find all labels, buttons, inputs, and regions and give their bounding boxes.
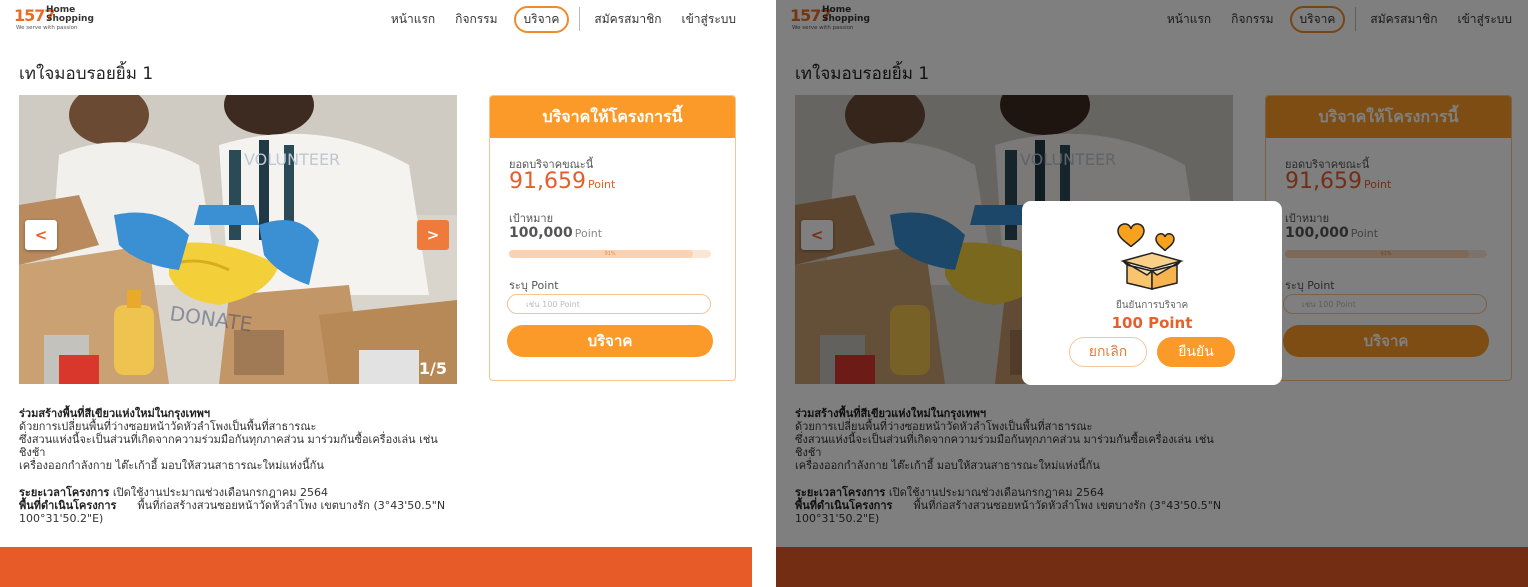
footer-bar — [0, 547, 752, 587]
confirm-label: ยืนยันการบริจาค — [1115, 300, 1189, 311]
donate-card: บริจาคให้โครงการนี้ ยอดบริจาคขณะนี้ 91,6… — [489, 95, 736, 381]
nav-home[interactable]: หน้าแรก — [391, 10, 435, 29]
donation-page-default: 1577 Home Shopping We serve with passion … — [0, 0, 752, 587]
progress-text: 91% — [604, 251, 616, 257]
point-input[interactable] — [507, 294, 711, 314]
heart-box-icon — [1117, 223, 1184, 290]
current-amount: 91,659Point — [509, 169, 616, 194]
point-input-label: ระบุ Point — [509, 279, 559, 292]
nav-donate[interactable]: บริจาค — [513, 5, 570, 33]
logo-tagline: We serve with passion — [16, 25, 78, 31]
svg-text:VOLUNTEER: VOLUNTEER — [244, 150, 340, 169]
project-period: ระยะเวลาโครงการ เปิดใช้งานประมาณช่วงเดือ… — [19, 486, 328, 499]
donate-card-heading: บริจาคให้โครงการนี้ — [490, 96, 735, 138]
project-location: พื้นที่ดำเนินโครงการ พื้นที่ก่อสร้างสวนซ… — [19, 499, 446, 512]
nav-divider — [579, 7, 581, 31]
chevron-right-icon: > — [426, 226, 440, 244]
page-title: เทใจมอบรอยยิ้ม 1 — [19, 64, 154, 84]
carousel-counter: 1/5 — [418, 359, 447, 378]
description-heading: ร่วมสร้างพื้นที่สีเขียวแห่งใหม่ในกรุงเทพ… — [19, 407, 210, 420]
logo[interactable]: 1577 HomeShopping We serve with passion — [14, 6, 98, 34]
confirm-button[interactable]: ยืนยัน — [1157, 337, 1235, 367]
image-carousel[interactable]: DONATE VOLUNTEER < > 1/5 — [19, 95, 457, 384]
donate-button[interactable]: บริจาค — [507, 325, 713, 357]
volunteer-photo: DONATE VOLUNTEER — [19, 95, 457, 384]
progress-bar: 91% — [509, 250, 711, 258]
nav-login[interactable]: เข้าสู่ระบบ — [682, 10, 737, 29]
cancel-button[interactable]: ยกเลิก — [1069, 337, 1147, 367]
description-line: ด้วยการเปลี่ยนพื้นที่ว่างซอยหน้าวัดหัวลำ… — [19, 420, 317, 433]
carousel-prev-button[interactable]: < — [25, 220, 57, 250]
confirm-donation-modal: ยืนยันการบริจาค 100 Point ยกเลิก ยืนยัน — [1022, 201, 1282, 385]
main-nav: หน้าแรก กิจกรรม บริจาค สมัครสมาชิก เข้าส… — [371, 5, 737, 33]
confirm-amount: 100 Point — [1111, 314, 1193, 332]
chevron-left-icon: < — [34, 226, 48, 244]
description-line: ซึ่งสวนแห่งนี้จะเป็นส่วนที่เกิดจากความร่… — [19, 433, 438, 459]
goal-amount: 100,000Point — [509, 225, 603, 241]
nav-activities[interactable]: กิจกรรม — [455, 10, 497, 29]
carousel-next-button[interactable]: > — [417, 220, 449, 250]
donation-page-confirm-modal: 1577 HomeShopping We serve with passion … — [776, 0, 1528, 587]
nav-register[interactable]: สมัครสมาชิก — [594, 10, 661, 29]
panel-gap — [752, 0, 776, 587]
description-line: เครื่องออกกำลังกาย ไต๊ะเก้าอี้ มอบให้สวน… — [19, 459, 324, 472]
logo-brand: HomeShopping — [46, 5, 94, 24]
project-description: ร่วมสร้างพื้นที่สีเขียวแห่งใหม่ในกรุงเทพ… — [19, 407, 459, 525]
project-location-coords: 100°31'50.2"E) — [19, 512, 104, 525]
